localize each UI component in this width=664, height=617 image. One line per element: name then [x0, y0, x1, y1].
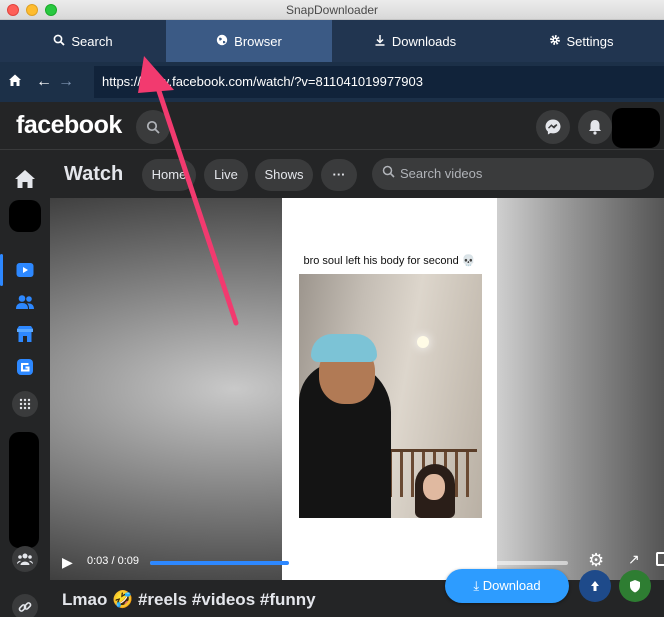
url-field[interactable]: https://www.facebook.com/watch/?v=811041…	[94, 66, 664, 98]
shield-icon[interactable]	[619, 570, 651, 602]
search-icon	[53, 34, 66, 49]
play-icon[interactable]: ▶	[62, 554, 73, 571]
reel-frame[interactable]: bro soul left his body for second 💀	[282, 198, 497, 580]
tab-settings-label: Settings	[566, 33, 614, 49]
video-settings-icon[interactable]: ⚙	[588, 550, 604, 571]
marketplace-icon[interactable]	[12, 321, 38, 347]
redacted-shortcut-avatar[interactable]	[9, 200, 41, 232]
facebook-search-icon[interactable]	[136, 110, 170, 144]
watch-icon[interactable]	[12, 257, 38, 283]
messenger-icon[interactable]	[536, 110, 570, 144]
title-bar: SnapDownloader	[0, 0, 664, 20]
tab-settings[interactable]: Settings	[498, 20, 664, 62]
forward-arrow-icon[interactable]: →	[58, 72, 74, 92]
watch-header: Watch Home Live Shows ··· Search videos	[50, 150, 664, 198]
facebook-left-sidebar	[0, 150, 50, 617]
pill-live[interactable]: Live	[204, 159, 248, 191]
app-window: SnapDownloader Search Browser Downloads …	[0, 0, 664, 617]
tab-downloads[interactable]: Downloads	[332, 20, 498, 62]
video-controls: ▶ 0:03 / 0:09 ⚙ ↗	[50, 548, 664, 578]
menu-grid-icon[interactable]	[12, 391, 38, 417]
more-options-icon[interactable]: ···	[321, 159, 357, 191]
progress-fill	[150, 561, 290, 565]
back-arrow-icon[interactable]: ←	[36, 72, 52, 92]
gear-icon	[549, 34, 561, 49]
tab-browser-label: Browser	[234, 33, 282, 49]
search-icon	[382, 158, 395, 190]
redacted-shortcuts-list	[9, 432, 39, 548]
pill-shows[interactable]: Shows	[255, 159, 313, 191]
globe-icon	[216, 34, 228, 49]
download-icon	[374, 34, 386, 49]
link-icon[interactable]	[12, 594, 38, 617]
reel-video-frame	[299, 274, 482, 518]
tab-downloads-label: Downloads	[391, 33, 457, 49]
redacted-profile-avatar[interactable]	[612, 108, 660, 148]
video-blurred-background	[497, 198, 664, 580]
facebook-header: facebook	[0, 102, 664, 150]
video-title: Lmao 🤣 #reels #videos #funny	[62, 590, 316, 609]
download-icon: ⤓	[473, 578, 480, 593]
pill-home[interactable]: Home	[142, 159, 196, 191]
video-search-placeholder: Search videos	[400, 166, 483, 181]
child-face	[423, 474, 445, 500]
video-search-input[interactable]: Search videos	[372, 158, 654, 190]
fullscreen-icon[interactable]	[656, 552, 664, 566]
blue-cap	[311, 334, 377, 362]
facebook-logo[interactable]: facebook	[16, 111, 122, 140]
active-indicator	[0, 254, 3, 286]
gaming-icon[interactable]	[12, 354, 38, 380]
reel-caption: bro soul left his body for second 💀	[303, 255, 476, 267]
progress-track[interactable]	[150, 561, 568, 565]
main-tabs: Search Browser Downloads Settings	[0, 20, 664, 62]
friends-icon[interactable]	[12, 289, 38, 315]
download-button-label: Download	[482, 578, 541, 593]
video-time: 0:03 / 0:09	[87, 555, 139, 567]
browser-nav-bar: ← → https://www.facebook.com/watch/?v=81…	[0, 62, 664, 102]
home-icon[interactable]	[8, 72, 22, 92]
download-button[interactable]: ⤓ Download	[445, 569, 569, 603]
home-icon[interactable]	[12, 166, 38, 192]
tab-browser[interactable]: Browser	[166, 20, 332, 62]
scroll-up-icon[interactable]	[579, 570, 611, 602]
tab-search-label: Search	[71, 33, 113, 49]
notifications-bell-icon[interactable]	[578, 110, 612, 144]
video-info-bar: Lmao 🤣 #reels #videos #funny	[50, 580, 664, 617]
window-title: SnapDownloader	[285, 3, 379, 17]
groups-icon[interactable]	[12, 546, 38, 572]
ceiling-light	[417, 336, 429, 348]
expand-icon[interactable]: ↗	[628, 551, 640, 568]
tab-search[interactable]: Search	[0, 20, 166, 62]
watch-title: Watch	[64, 163, 124, 185]
